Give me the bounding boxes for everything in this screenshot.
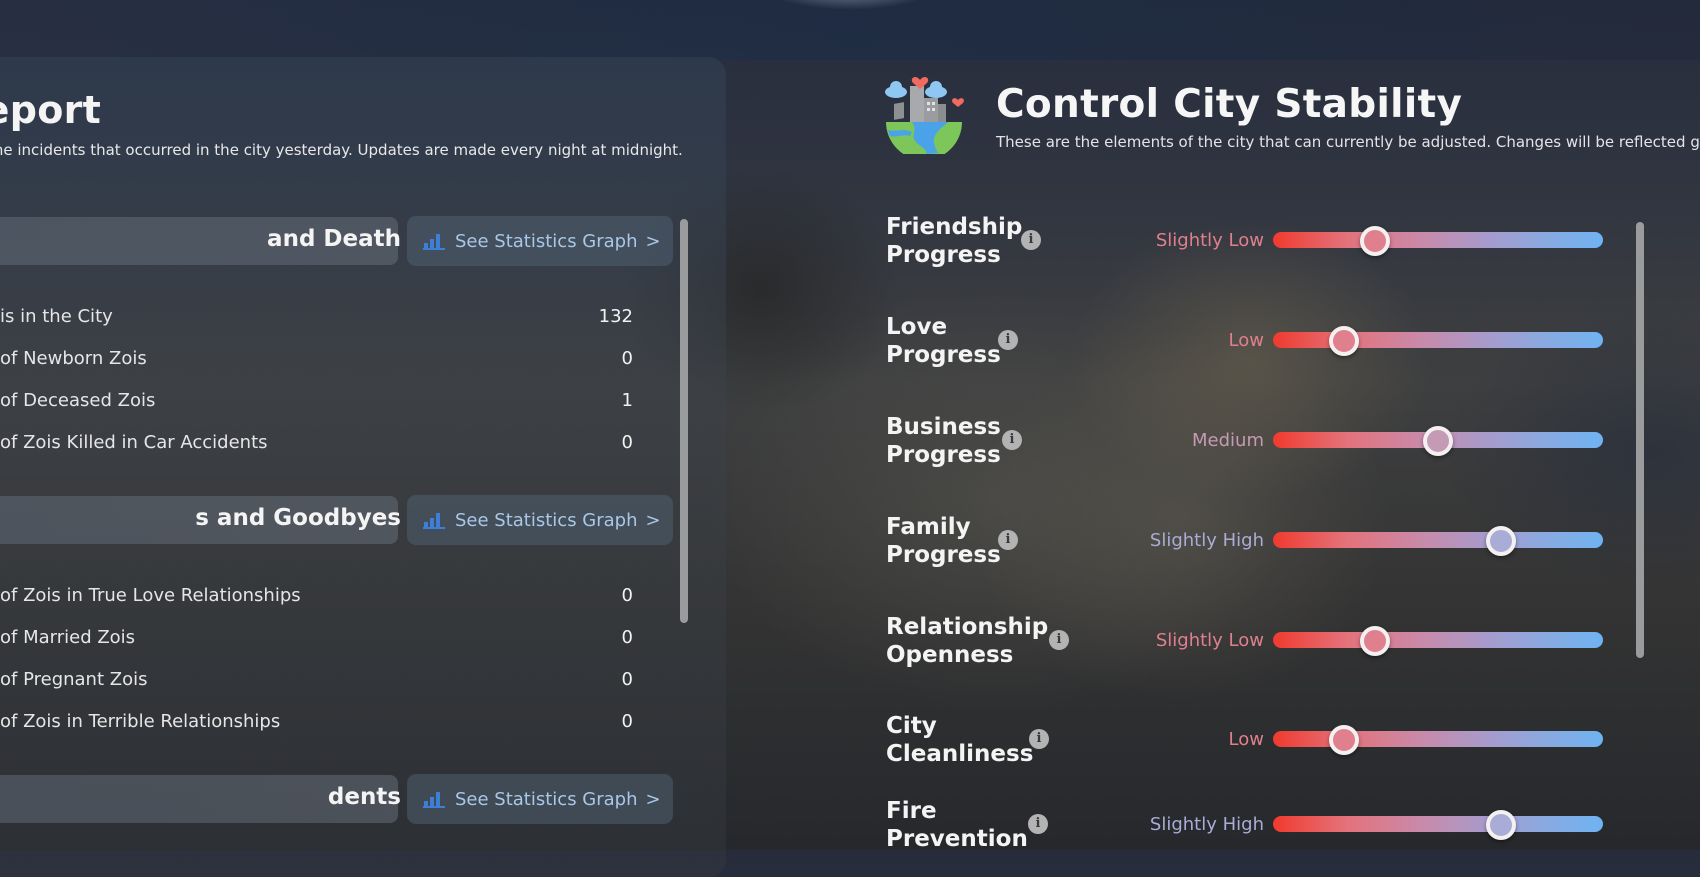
report-scrollbar[interactable] (680, 219, 688, 623)
info-icon[interactable]: i (1029, 729, 1049, 749)
info-icon[interactable]: i (998, 530, 1018, 550)
stat-value: 0 (621, 585, 633, 606)
stat-label: is in the City (0, 306, 113, 327)
stat-value: 0 (621, 669, 633, 690)
slider-name: Friendship Progress (886, 214, 1023, 268)
stat-value: 1 (621, 390, 633, 411)
slider-thumb[interactable] (1360, 226, 1391, 256)
slider-track[interactable] (1273, 326, 1603, 356)
see-statistics-graph-button[interactable]: See Statistics Graph > (407, 774, 673, 824)
slider-track[interactable] (1273, 725, 1603, 755)
stat-label: of Deceased Zois (0, 390, 156, 411)
slider-row: City Cleanliness i Low (886, 712, 1626, 772)
stat-row: of Zois in True Love Relationships 0 (0, 585, 640, 615)
section-heading: and Death (267, 226, 401, 252)
slider-row: Friendship Progress i Slightly Low (886, 213, 1626, 273)
slider-thumb[interactable] (1423, 426, 1453, 456)
stat-row: is in the City 132 (0, 306, 640, 336)
slider-level-label: Low (1228, 729, 1264, 750)
slider-row: Fire Prevention i Slightly High (886, 797, 1626, 857)
stat-value: 132 (598, 306, 633, 327)
slider-name: City Cleanliness (886, 713, 1034, 767)
slider-track[interactable] (1273, 426, 1603, 456)
button-label: See Statistics Graph (455, 509, 638, 531)
slider-thumb[interactable] (1485, 810, 1516, 840)
stat-label: of Zois Killed in Car Accidents (0, 432, 268, 453)
slider-name: Love Progress (886, 314, 1001, 368)
stat-value: 0 (621, 627, 633, 648)
bar-chart-icon (423, 790, 445, 808)
info-icon[interactable]: i (1002, 430, 1022, 450)
stat-value: 0 (621, 348, 633, 369)
city-globe-icon (885, 76, 964, 154)
section-heading: s and Goodbyes (195, 505, 401, 531)
city-report-panel (0, 57, 726, 877)
chevron-right-icon: > (645, 788, 661, 810)
report-subtitle: the incidents that occurred in the city … (0, 141, 683, 159)
control-scrollbar[interactable] (1636, 222, 1644, 658)
slider-track[interactable] (1273, 626, 1603, 656)
slider-track[interactable] (1273, 226, 1603, 256)
slider-name: Business Progress (886, 414, 1001, 468)
section-header-birth-death: and Death (0, 217, 401, 265)
bar-chart-icon (423, 511, 445, 529)
section-heading: dents (327, 784, 401, 810)
slider-thumb[interactable] (1360, 626, 1391, 656)
slider-thumb[interactable] (1328, 326, 1359, 356)
section-header-incidents: dents (0, 775, 401, 823)
slider-row: Love Progress i Low (886, 313, 1626, 373)
slider-level-label: Slightly Low (1155, 630, 1264, 651)
info-icon[interactable]: i (1021, 230, 1041, 250)
info-icon[interactable]: i (1049, 630, 1069, 650)
slider-name: Fire Prevention (886, 798, 1028, 852)
report-title: ty Report (0, 88, 102, 132)
info-icon[interactable]: i (1028, 814, 1048, 834)
slider-thumb[interactable] (1328, 725, 1359, 755)
stat-value: 0 (621, 432, 633, 453)
see-statistics-graph-button[interactable]: See Statistics Graph > (407, 216, 673, 266)
stat-value: 0 (621, 711, 633, 732)
stat-row: of Deceased Zois 1 (0, 390, 640, 420)
chevron-right-icon: > (645, 230, 661, 252)
button-label: See Statistics Graph (455, 788, 638, 810)
slider-row: Family Progress i Slightly High (886, 513, 1626, 573)
stat-row: of Pregnant Zois 0 (0, 669, 640, 699)
stat-row: of Zois Killed in Car Accidents 0 (0, 432, 640, 462)
info-icon[interactable]: i (998, 330, 1018, 350)
section-header-hellos-goodbyes: s and Goodbyes (0, 496, 401, 544)
stat-label: of Newborn Zois (0, 348, 147, 369)
slider-thumb[interactable] (1485, 526, 1516, 556)
slider-level-label: Slightly High (1149, 814, 1264, 835)
control-title: Control City Stability (996, 82, 1463, 127)
slider-level-label: Medium (1192, 430, 1264, 451)
slider-level-label: Slightly Low (1155, 230, 1264, 251)
control-subtitle: These are the elements of the city that … (996, 133, 1700, 151)
button-label: See Statistics Graph (455, 230, 638, 252)
stat-label: of Zois in Terrible Relationships (0, 711, 281, 732)
slider-level-label: Slightly High (1149, 530, 1264, 551)
slider-row: Business Progress i Medium (886, 413, 1626, 473)
stat-row: of Zois in Terrible Relationships 0 (0, 711, 640, 741)
stat-row: of Newborn Zois 0 (0, 348, 640, 378)
slider-name: Relationship Openness (886, 614, 1049, 668)
slider-track[interactable] (1273, 526, 1603, 556)
stat-row: of Married Zois 0 (0, 627, 640, 657)
slider-track[interactable] (1273, 810, 1603, 840)
slider-name: Family Progress (886, 514, 1001, 568)
stat-label: of Zois in True Love Relationships (0, 585, 301, 606)
stat-label: of Married Zois (0, 627, 136, 648)
slider-row: Relationship Openness i Slightly Low (886, 613, 1626, 673)
chevron-right-icon: > (645, 509, 661, 531)
see-statistics-graph-button[interactable]: See Statistics Graph > (407, 495, 673, 545)
bar-chart-icon (423, 232, 445, 250)
stat-label: of Pregnant Zois (0, 669, 148, 690)
slider-level-label: Low (1228, 330, 1264, 351)
